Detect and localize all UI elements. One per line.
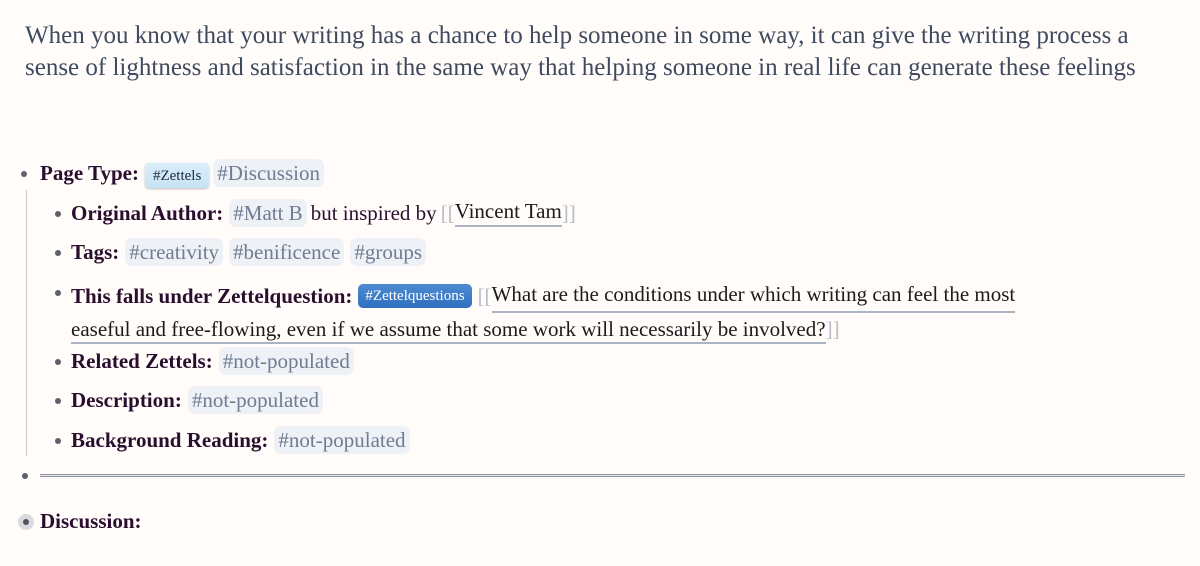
inspired-by-text: but inspired by xyxy=(310,200,437,225)
page-link-vincent-tam[interactable]: Vincent Tam xyxy=(454,199,562,227)
link-open-bracket: [[ xyxy=(477,283,492,308)
link-close-bracket: ]] xyxy=(825,317,840,341)
bullet-original-author[interactable] xyxy=(55,211,61,217)
horizontal-divider xyxy=(40,474,1185,477)
tags-label: Tags: xyxy=(71,239,120,264)
tag-matt-b[interactable]: #Matt B xyxy=(229,199,307,227)
page-link-zettelquestion-line1[interactable]: What are the conditions under which writ… xyxy=(491,278,1016,313)
tag-creativity[interactable]: #creativity xyxy=(125,238,224,266)
discussion-label: Discussion: xyxy=(40,509,142,533)
related-zettels-label: Related Zettels: xyxy=(71,348,213,373)
page-link-zettelquestion-line2[interactable]: easeful and free-flowing, even if we ass… xyxy=(71,317,826,344)
block-page-type[interactable]: Page Type: #Zettels #Discussion xyxy=(40,159,330,188)
bullet-divider[interactable] xyxy=(22,473,28,479)
bullet-description[interactable] xyxy=(55,398,61,404)
tag-groups[interactable]: #groups xyxy=(350,238,426,266)
page: When you know that your writing has a ch… xyxy=(0,0,1200,566)
original-author-label: Original Author: xyxy=(71,200,224,225)
bullet-related-zettels[interactable] xyxy=(55,359,61,365)
tag-discussion[interactable]: #Discussion xyxy=(213,159,324,187)
tag-not-populated[interactable]: #not-populated xyxy=(218,347,354,375)
tag-zettels[interactable]: #Zettels xyxy=(144,162,210,188)
block-tags[interactable]: Tags: #creativity #benificence #groups xyxy=(71,238,432,266)
children-guide-line xyxy=(26,190,27,456)
bullet-zettelquestion[interactable] xyxy=(55,290,61,296)
block-zettelquestion[interactable]: This falls under Zettelquestion: #Zettel… xyxy=(71,278,1171,345)
block-related-zettels[interactable]: Related Zettels: #not-populated xyxy=(71,347,360,375)
block-background-reading[interactable]: Background Reading: #not-populated xyxy=(71,426,416,454)
block-original-author[interactable]: Original Author: #Matt B but inspired by… xyxy=(71,199,576,227)
zettelquestion-label: This falls under Zettelquestion: xyxy=(71,283,353,308)
description-label: Description: xyxy=(71,387,182,412)
block-discussion[interactable]: Discussion: xyxy=(40,509,148,534)
tag-not-populated[interactable]: #not-populated xyxy=(187,386,323,414)
block-description[interactable]: Description: #not-populated xyxy=(71,386,329,414)
bullet-page-type[interactable] xyxy=(21,171,27,177)
link-close-bracket: ]] xyxy=(561,200,576,225)
link-open-bracket: [[ xyxy=(440,200,455,225)
bullet-tags[interactable] xyxy=(55,250,61,256)
bullet-background-reading[interactable] xyxy=(55,438,61,444)
tag-not-populated[interactable]: #not-populated xyxy=(274,426,410,454)
background-reading-label: Background Reading: xyxy=(71,427,269,452)
page-type-label: Page Type: xyxy=(40,160,139,185)
tag-zettelquestions[interactable]: #Zettelquestions xyxy=(358,283,472,308)
tag-benificence[interactable]: #benificence xyxy=(229,238,345,266)
intro-paragraph[interactable]: When you know that your writing has a ch… xyxy=(25,20,1175,84)
bullet-collapsed-discussion[interactable] xyxy=(18,514,34,530)
